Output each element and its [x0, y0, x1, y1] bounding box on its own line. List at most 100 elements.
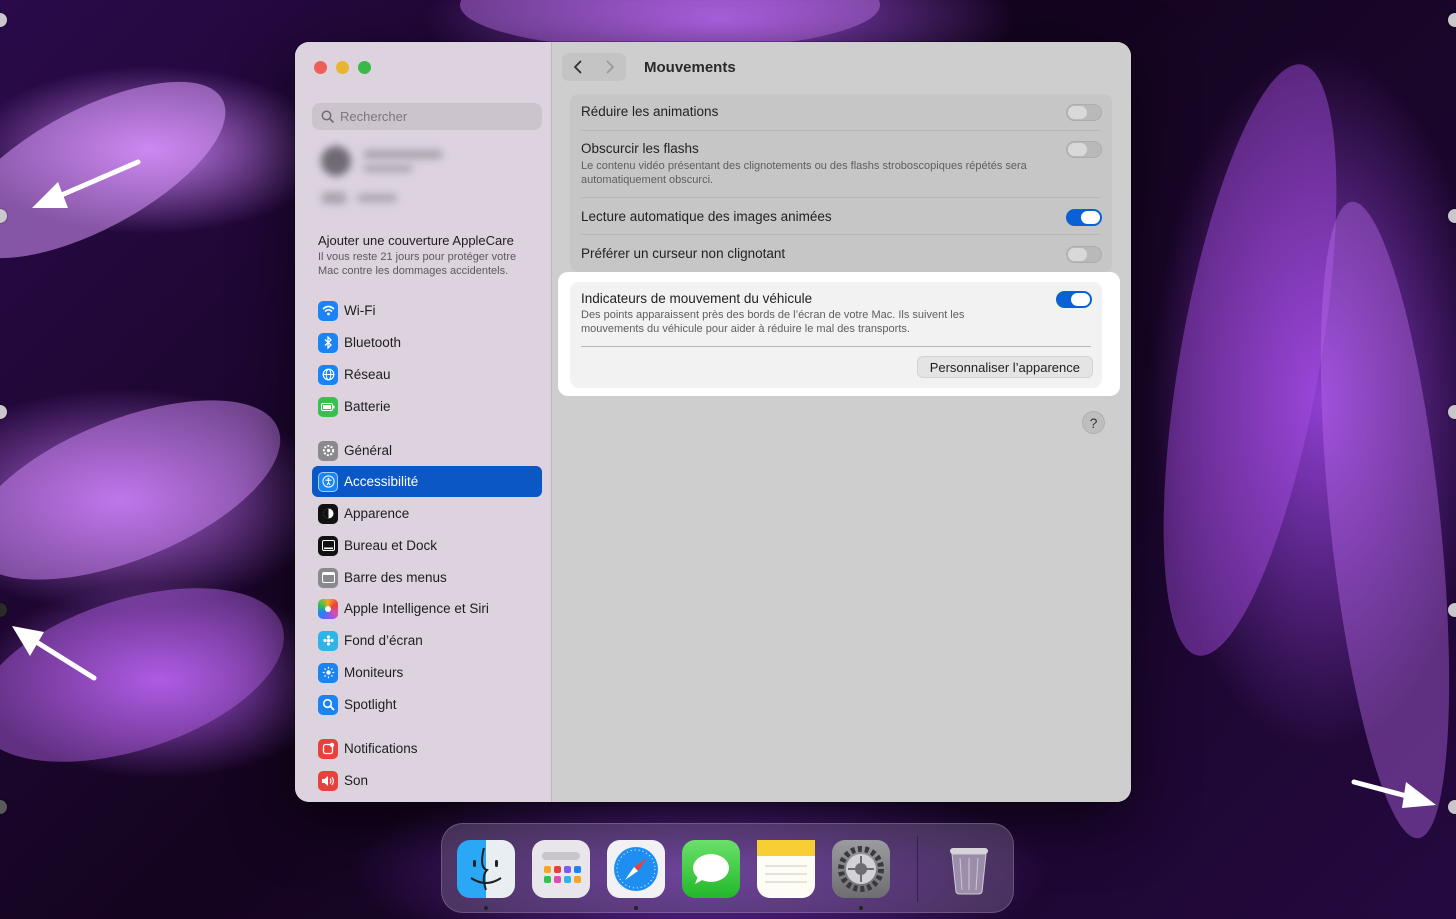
display-icon: [318, 662, 338, 683]
motion-cue-dot: [0, 800, 7, 814]
setting-title: Lecture automatique des images animées: [581, 209, 832, 224]
search-field[interactable]: Rechercher: [312, 103, 542, 130]
non-blinking-cursor-toggle[interactable]: [1066, 246, 1102, 263]
page-title: Mouvements: [644, 59, 736, 76]
dim-flashes-toggle[interactable]: [1066, 141, 1102, 158]
sidebar-item-label: Barre des menus: [344, 570, 447, 585]
menubar-icon: [318, 567, 338, 588]
system-settings-icon[interactable]: [832, 840, 890, 898]
sidebar-item-reseau[interactable]: Réseau: [312, 359, 542, 390]
help-button[interactable]: ?: [1082, 411, 1105, 434]
sidebar-item-apple-intelligence-siri[interactable]: Apple Intelligence et Siri: [312, 593, 542, 624]
setting-description: Des points apparaissent près des bords d…: [581, 309, 965, 335]
sidebar-item-label: Fond d’écran: [344, 633, 423, 648]
motion-settings-group: Réduire les animations Obscurcir les fla…: [570, 94, 1112, 272]
apple-account-profile[interactable]: [317, 140, 527, 212]
annotation-arrow: [1351, 779, 1436, 808]
sidebar-item-label: Batterie: [344, 399, 391, 414]
reduce-motion-toggle[interactable]: [1066, 104, 1102, 121]
motion-cue-dot: [1448, 603, 1456, 617]
sidebar-item-label: Bureau et Dock: [344, 538, 438, 553]
minimize-button[interactable]: [336, 61, 349, 74]
setting-title: Obscurcir les flashs: [581, 141, 699, 156]
sidebar-item-label: Réseau: [344, 367, 391, 382]
autoplay-animated-toggle[interactable]: [1066, 209, 1102, 226]
back-button[interactable]: [562, 53, 594, 81]
wallpaper-icon: [318, 630, 338, 651]
running-indicator: [634, 906, 638, 910]
notes-icon[interactable]: [757, 840, 815, 898]
setting-title: Réduire les animations: [581, 104, 719, 119]
sidebar-item-apparence[interactable]: Apparence: [312, 498, 542, 529]
sidebar-item-barre-menus[interactable]: Barre des menus: [312, 562, 542, 593]
motion-cue-dot: [1448, 405, 1456, 419]
finder-icon[interactable]: [457, 840, 515, 898]
sidebar-item-batterie[interactable]: Batterie: [312, 391, 542, 422]
sidebar-item-general[interactable]: Général: [312, 435, 542, 466]
launchpad-icon[interactable]: [532, 840, 590, 898]
setting-description: Le contenu vidéo présentant des clignote…: [581, 160, 1027, 186]
bluetooth-icon: [318, 332, 338, 353]
search-icon: [321, 110, 334, 123]
annotation-arrow: [12, 626, 97, 681]
motion-cue-dot: [0, 405, 7, 419]
forward-button[interactable]: [594, 53, 626, 81]
dock: [441, 823, 1014, 913]
sidebar-item-son[interactable]: Son: [312, 765, 542, 796]
sidebar-item-accessibilite[interactable]: Accessibilité: [312, 466, 542, 497]
wallpaper-petal: [0, 363, 305, 617]
sidebar: Rechercher Ajouter une couverture AppleC…: [295, 42, 552, 802]
wifi-icon: [318, 300, 338, 321]
setting-title: Préférer un curseur non clignotant: [581, 246, 786, 261]
sidebar-item-spotlight[interactable]: Spotlight: [312, 689, 542, 720]
sidebar-item-fond-ecran[interactable]: Fond d’écran: [312, 625, 542, 656]
vehicle-motion-toggle[interactable]: [1056, 291, 1092, 308]
sound-icon: [318, 770, 338, 791]
device-name-blurred: [357, 194, 397, 202]
gear-icon: [318, 440, 338, 461]
account-name-blurred: [363, 150, 443, 159]
sidebar-item-label: Wi-Fi: [344, 303, 376, 318]
appearance-icon: [318, 503, 338, 524]
sidebar-item-label: Accessibilité: [344, 474, 419, 489]
safari-icon[interactable]: [607, 840, 665, 898]
chevron-right-icon: [606, 60, 614, 74]
search-placeholder: Rechercher: [340, 109, 408, 124]
sidebar-item-label: Spotlight: [344, 697, 397, 712]
close-button[interactable]: [314, 61, 327, 74]
sidebar-item-wifi[interactable]: Wi-Fi: [312, 295, 542, 326]
sidebar-item-bluetooth[interactable]: Bluetooth: [312, 327, 542, 358]
messages-icon[interactable]: [682, 840, 740, 898]
motion-cue-dot: [1448, 209, 1456, 223]
customize-appearance-button[interactable]: Personnaliser l’apparence: [916, 356, 1093, 378]
setting-row-non-blinking-cursor: Préférer un curseur non clignotant: [570, 235, 1112, 272]
account-sub-blurred: [363, 165, 413, 172]
device-icon-blurred: [321, 192, 347, 204]
avatar: [321, 146, 351, 176]
battery-icon: [318, 396, 338, 417]
motion-cue-dot: [0, 13, 7, 27]
divider: [581, 346, 1091, 347]
sidebar-item-notifications[interactable]: Notifications: [312, 733, 542, 764]
dock-icon: [318, 535, 338, 556]
motion-cue-dot: [0, 603, 7, 617]
sidebar-item-label: Apparence: [344, 506, 410, 521]
trash-icon[interactable]: [940, 840, 998, 898]
sidebar-item-bureau-dock[interactable]: Bureau et Dock: [312, 530, 542, 561]
sidebar-item-label: Bluetooth: [344, 335, 402, 350]
sidebar-item-label: Notifications: [344, 741, 418, 756]
dock-separator: [917, 836, 918, 902]
applecare-title[interactable]: Ajouter une couverture AppleCare: [318, 233, 514, 248]
spotlight-icon: [318, 694, 338, 715]
chevron-left-icon: [574, 60, 582, 74]
sidebar-item-label: Moniteurs: [344, 665, 404, 680]
annotation-arrow: [32, 159, 141, 208]
accessibility-icon: [318, 471, 338, 492]
sidebar-item-label: Son: [344, 773, 369, 788]
motion-cue-dot: [1448, 13, 1456, 27]
sidebar-item-moniteurs[interactable]: Moniteurs: [312, 657, 542, 688]
zoom-button[interactable]: [358, 61, 371, 74]
system-settings-window: Rechercher Ajouter une couverture AppleC…: [295, 42, 1131, 802]
settings-pane: Mouvements Réduire les animations Obscur…: [552, 42, 1131, 802]
running-indicator: [859, 906, 863, 910]
